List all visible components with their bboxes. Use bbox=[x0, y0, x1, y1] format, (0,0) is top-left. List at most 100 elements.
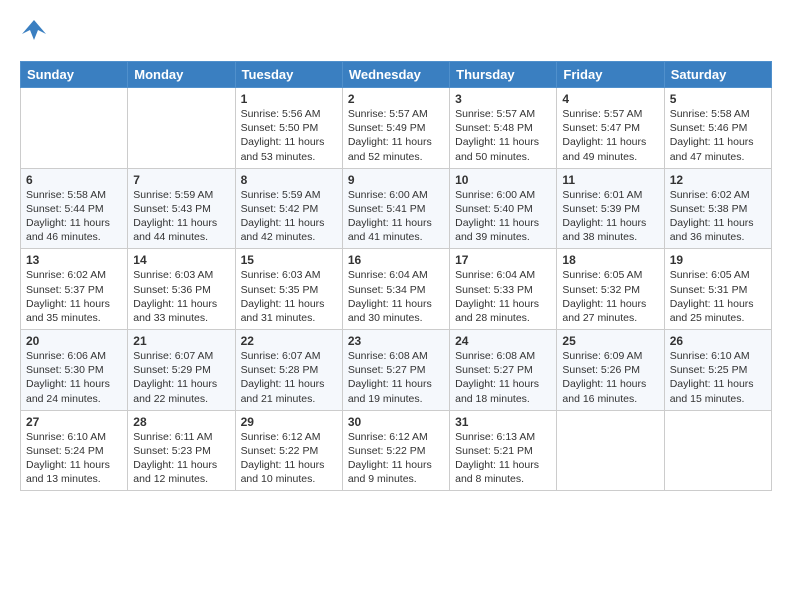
week-row-4: 20Sunrise: 6:06 AM Sunset: 5:30 PM Dayli… bbox=[21, 330, 772, 411]
weekday-monday: Monday bbox=[128, 62, 235, 88]
day-cell: 28Sunrise: 6:11 AM Sunset: 5:23 PM Dayli… bbox=[128, 410, 235, 491]
day-number: 6 bbox=[26, 173, 122, 187]
day-number: 12 bbox=[670, 173, 766, 187]
day-cell: 18Sunrise: 6:05 AM Sunset: 5:32 PM Dayli… bbox=[557, 249, 664, 330]
day-cell: 11Sunrise: 6:01 AM Sunset: 5:39 PM Dayli… bbox=[557, 168, 664, 249]
day-cell: 9Sunrise: 6:00 AM Sunset: 5:41 PM Daylig… bbox=[342, 168, 449, 249]
day-number: 4 bbox=[562, 92, 658, 106]
weekday-tuesday: Tuesday bbox=[235, 62, 342, 88]
calendar-table: SundayMondayTuesdayWednesdayThursdayFrid… bbox=[20, 61, 772, 491]
day-number: 5 bbox=[670, 92, 766, 106]
day-number: 29 bbox=[241, 415, 337, 429]
day-info: Sunrise: 5:59 AM Sunset: 5:42 PM Dayligh… bbox=[241, 188, 337, 245]
day-info: Sunrise: 6:00 AM Sunset: 5:40 PM Dayligh… bbox=[455, 188, 551, 245]
day-cell: 29Sunrise: 6:12 AM Sunset: 5:22 PM Dayli… bbox=[235, 410, 342, 491]
weekday-wednesday: Wednesday bbox=[342, 62, 449, 88]
day-cell: 3Sunrise: 5:57 AM Sunset: 5:48 PM Daylig… bbox=[450, 88, 557, 169]
header bbox=[20, 16, 772, 49]
day-info: Sunrise: 6:01 AM Sunset: 5:39 PM Dayligh… bbox=[562, 188, 658, 245]
day-cell: 6Sunrise: 5:58 AM Sunset: 5:44 PM Daylig… bbox=[21, 168, 128, 249]
day-cell: 23Sunrise: 6:08 AM Sunset: 5:27 PM Dayli… bbox=[342, 330, 449, 411]
day-number: 15 bbox=[241, 253, 337, 267]
day-info: Sunrise: 6:11 AM Sunset: 5:23 PM Dayligh… bbox=[133, 430, 229, 487]
day-number: 8 bbox=[241, 173, 337, 187]
day-info: Sunrise: 5:57 AM Sunset: 5:47 PM Dayligh… bbox=[562, 107, 658, 164]
day-number: 11 bbox=[562, 173, 658, 187]
week-row-5: 27Sunrise: 6:10 AM Sunset: 5:24 PM Dayli… bbox=[21, 410, 772, 491]
day-number: 31 bbox=[455, 415, 551, 429]
day-info: Sunrise: 5:57 AM Sunset: 5:48 PM Dayligh… bbox=[455, 107, 551, 164]
day-number: 20 bbox=[26, 334, 122, 348]
day-cell: 4Sunrise: 5:57 AM Sunset: 5:47 PM Daylig… bbox=[557, 88, 664, 169]
day-info: Sunrise: 6:04 AM Sunset: 5:34 PM Dayligh… bbox=[348, 268, 444, 325]
day-info: Sunrise: 6:04 AM Sunset: 5:33 PM Dayligh… bbox=[455, 268, 551, 325]
day-cell: 20Sunrise: 6:06 AM Sunset: 5:30 PM Dayli… bbox=[21, 330, 128, 411]
day-cell: 2Sunrise: 5:57 AM Sunset: 5:49 PM Daylig… bbox=[342, 88, 449, 169]
week-row-2: 6Sunrise: 5:58 AM Sunset: 5:44 PM Daylig… bbox=[21, 168, 772, 249]
day-number: 2 bbox=[348, 92, 444, 106]
day-cell: 7Sunrise: 5:59 AM Sunset: 5:43 PM Daylig… bbox=[128, 168, 235, 249]
day-info: Sunrise: 6:03 AM Sunset: 5:35 PM Dayligh… bbox=[241, 268, 337, 325]
day-cell: 21Sunrise: 6:07 AM Sunset: 5:29 PM Dayli… bbox=[128, 330, 235, 411]
day-info: Sunrise: 6:06 AM Sunset: 5:30 PM Dayligh… bbox=[26, 349, 122, 406]
day-info: Sunrise: 6:13 AM Sunset: 5:21 PM Dayligh… bbox=[455, 430, 551, 487]
page-container: SundayMondayTuesdayWednesdayThursdayFrid… bbox=[0, 0, 792, 503]
day-cell: 1Sunrise: 5:56 AM Sunset: 5:50 PM Daylig… bbox=[235, 88, 342, 169]
day-number: 13 bbox=[26, 253, 122, 267]
day-info: Sunrise: 6:05 AM Sunset: 5:31 PM Dayligh… bbox=[670, 268, 766, 325]
day-cell: 25Sunrise: 6:09 AM Sunset: 5:26 PM Dayli… bbox=[557, 330, 664, 411]
day-number: 22 bbox=[241, 334, 337, 348]
day-info: Sunrise: 5:56 AM Sunset: 5:50 PM Dayligh… bbox=[241, 107, 337, 164]
day-cell: 26Sunrise: 6:10 AM Sunset: 5:25 PM Dayli… bbox=[664, 330, 771, 411]
day-cell: 10Sunrise: 6:00 AM Sunset: 5:40 PM Dayli… bbox=[450, 168, 557, 249]
weekday-header-row: SundayMondayTuesdayWednesdayThursdayFrid… bbox=[21, 62, 772, 88]
day-info: Sunrise: 6:08 AM Sunset: 5:27 PM Dayligh… bbox=[455, 349, 551, 406]
day-cell: 27Sunrise: 6:10 AM Sunset: 5:24 PM Dayli… bbox=[21, 410, 128, 491]
day-info: Sunrise: 6:09 AM Sunset: 5:26 PM Dayligh… bbox=[562, 349, 658, 406]
day-info: Sunrise: 6:02 AM Sunset: 5:38 PM Dayligh… bbox=[670, 188, 766, 245]
weekday-sunday: Sunday bbox=[21, 62, 128, 88]
day-info: Sunrise: 6:02 AM Sunset: 5:37 PM Dayligh… bbox=[26, 268, 122, 325]
day-info: Sunrise: 5:58 AM Sunset: 5:44 PM Dayligh… bbox=[26, 188, 122, 245]
day-number: 7 bbox=[133, 173, 229, 187]
day-number: 19 bbox=[670, 253, 766, 267]
day-number: 21 bbox=[133, 334, 229, 348]
week-row-1: 1Sunrise: 5:56 AM Sunset: 5:50 PM Daylig… bbox=[21, 88, 772, 169]
day-cell: 24Sunrise: 6:08 AM Sunset: 5:27 PM Dayli… bbox=[450, 330, 557, 411]
day-number: 9 bbox=[348, 173, 444, 187]
day-cell bbox=[21, 88, 128, 169]
day-cell: 5Sunrise: 5:58 AM Sunset: 5:46 PM Daylig… bbox=[664, 88, 771, 169]
weekday-thursday: Thursday bbox=[450, 62, 557, 88]
day-number: 1 bbox=[241, 92, 337, 106]
day-cell: 8Sunrise: 5:59 AM Sunset: 5:42 PM Daylig… bbox=[235, 168, 342, 249]
day-info: Sunrise: 6:03 AM Sunset: 5:36 PM Dayligh… bbox=[133, 268, 229, 325]
day-cell: 19Sunrise: 6:05 AM Sunset: 5:31 PM Dayli… bbox=[664, 249, 771, 330]
day-info: Sunrise: 5:59 AM Sunset: 5:43 PM Dayligh… bbox=[133, 188, 229, 245]
day-cell: 14Sunrise: 6:03 AM Sunset: 5:36 PM Dayli… bbox=[128, 249, 235, 330]
day-info: Sunrise: 6:08 AM Sunset: 5:27 PM Dayligh… bbox=[348, 349, 444, 406]
day-number: 17 bbox=[455, 253, 551, 267]
day-cell: 16Sunrise: 6:04 AM Sunset: 5:34 PM Dayli… bbox=[342, 249, 449, 330]
day-info: Sunrise: 6:12 AM Sunset: 5:22 PM Dayligh… bbox=[241, 430, 337, 487]
week-row-3: 13Sunrise: 6:02 AM Sunset: 5:37 PM Dayli… bbox=[21, 249, 772, 330]
weekday-saturday: Saturday bbox=[664, 62, 771, 88]
day-number: 25 bbox=[562, 334, 658, 348]
day-info: Sunrise: 6:07 AM Sunset: 5:28 PM Dayligh… bbox=[241, 349, 337, 406]
day-cell: 12Sunrise: 6:02 AM Sunset: 5:38 PM Dayli… bbox=[664, 168, 771, 249]
day-info: Sunrise: 6:12 AM Sunset: 5:22 PM Dayligh… bbox=[348, 430, 444, 487]
day-number: 3 bbox=[455, 92, 551, 106]
day-info: Sunrise: 6:00 AM Sunset: 5:41 PM Dayligh… bbox=[348, 188, 444, 245]
day-number: 26 bbox=[670, 334, 766, 348]
day-info: Sunrise: 5:57 AM Sunset: 5:49 PM Dayligh… bbox=[348, 107, 444, 164]
day-info: Sunrise: 5:58 AM Sunset: 5:46 PM Dayligh… bbox=[670, 107, 766, 164]
day-cell: 15Sunrise: 6:03 AM Sunset: 5:35 PM Dayli… bbox=[235, 249, 342, 330]
day-cell: 30Sunrise: 6:12 AM Sunset: 5:22 PM Dayli… bbox=[342, 410, 449, 491]
day-number: 28 bbox=[133, 415, 229, 429]
logo-bird-icon bbox=[20, 16, 48, 49]
day-number: 14 bbox=[133, 253, 229, 267]
day-info: Sunrise: 6:05 AM Sunset: 5:32 PM Dayligh… bbox=[562, 268, 658, 325]
day-info: Sunrise: 6:07 AM Sunset: 5:29 PM Dayligh… bbox=[133, 349, 229, 406]
day-cell: 17Sunrise: 6:04 AM Sunset: 5:33 PM Dayli… bbox=[450, 249, 557, 330]
day-cell: 13Sunrise: 6:02 AM Sunset: 5:37 PM Dayli… bbox=[21, 249, 128, 330]
day-info: Sunrise: 6:10 AM Sunset: 5:24 PM Dayligh… bbox=[26, 430, 122, 487]
